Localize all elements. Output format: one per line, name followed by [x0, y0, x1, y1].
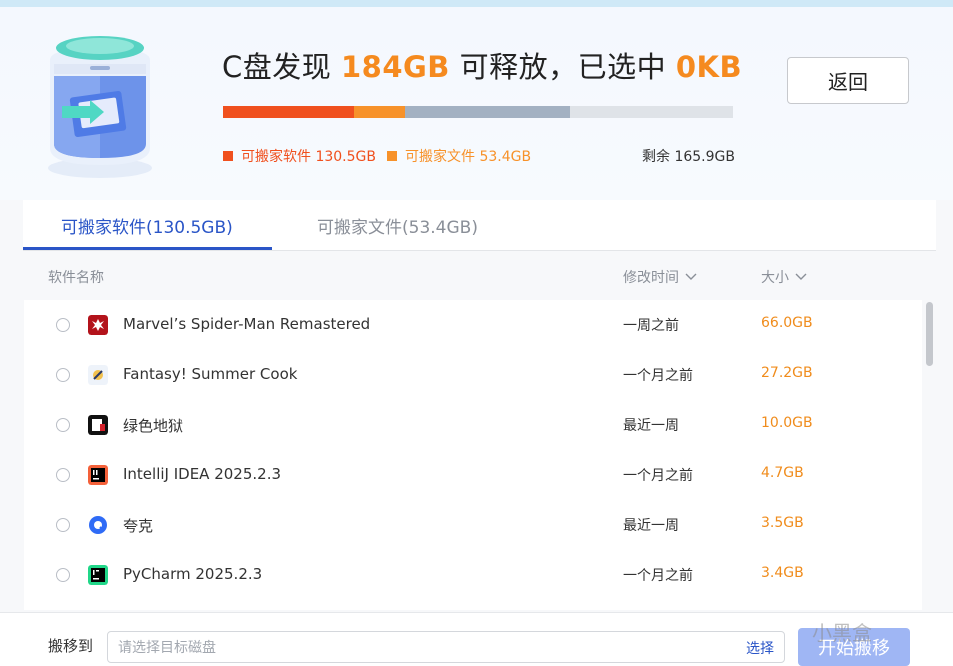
list-item[interactable]: PyCharm 2025.2.3 一个月之前 3.4GB: [24, 550, 922, 600]
page-title: C盘发现 184GB 可释放，已选中 0KB: [222, 44, 742, 86]
headline-prefix: C盘发现: [222, 50, 341, 84]
quark-icon: [89, 516, 107, 534]
back-button[interactable]: 返回: [787, 57, 909, 104]
app-size: 10.0GB: [761, 415, 813, 431]
app-modified: 最近一周: [623, 418, 679, 434]
software-list: Marvel’s Spider-Man Remastered 一周之前 66.0…: [24, 300, 922, 610]
choose-disk-link[interactable]: 选择: [746, 638, 774, 658]
legend-files-swatch: [387, 151, 397, 161]
list-item[interactable]: Marvel’s Spider-Man Remastered 一周之前 66.0…: [24, 300, 922, 350]
tab-bar: 可搬家软件(130.5GB) 可搬家文件(53.4GB): [23, 200, 936, 251]
app-modified: 一个月之前: [623, 468, 693, 484]
column-header-size-label: 大小: [761, 270, 789, 286]
select-radio[interactable]: [56, 468, 70, 482]
target-disk-field: 选择: [107, 631, 785, 663]
select-radio[interactable]: [56, 368, 70, 382]
app-name: PyCharm 2025.2.3: [123, 565, 263, 583]
chevron-down-icon: [685, 273, 697, 280]
legend-software-label: 可搬家软件 130.5GB: [241, 149, 376, 165]
app-name: IntelliJ IDEA 2025.2.3: [123, 465, 282, 483]
selected-amount: 0KB: [675, 50, 743, 84]
remaining-space: 剩余 165.9GB: [642, 149, 735, 165]
list-item[interactable]: IntelliJ IDEA 2025.2.3 一个月之前 4.7GB: [24, 450, 922, 500]
app-size: 4.7GB: [761, 465, 804, 481]
watermark-logo: 小黑盒: [812, 621, 872, 645]
disk-cleanup-illustration-icon: [48, 36, 152, 178]
select-radio[interactable]: [56, 418, 70, 432]
app-size: 66.0GB: [761, 315, 813, 331]
legend-software-swatch: [223, 151, 233, 161]
app-modified: 一周之前: [623, 318, 679, 334]
active-tab-indicator: [23, 247, 272, 250]
intellij-icon: [88, 465, 108, 485]
app-name: 夸克: [123, 517, 154, 535]
app-name: Marvel’s Spider-Man Remastered: [123, 315, 371, 333]
pycharm-icon: [88, 565, 108, 585]
footer-bar: 搬移到 选择 开始搬移: [0, 612, 953, 666]
green-hell-icon: [88, 415, 108, 435]
column-header-size[interactable]: 大小: [761, 267, 807, 287]
app-modified: 一个月之前: [623, 368, 693, 384]
usage-segment-files: [353, 106, 405, 118]
top-accent-bar: [0, 0, 953, 7]
target-disk-input[interactable]: [116, 637, 720, 659]
app-size: 27.2GB: [761, 365, 813, 381]
usage-segment-used: [404, 106, 571, 118]
headline-middle: 可释放，已选中: [449, 50, 676, 84]
legend-files-label: 可搬家文件 53.4GB: [405, 149, 532, 165]
app-modified: 一个月之前: [623, 568, 693, 584]
spider-man-icon: [88, 315, 108, 335]
column-header-name: 软件名称: [48, 270, 104, 286]
summer-cook-icon: [88, 365, 108, 385]
list-scrollbar[interactable]: [926, 302, 933, 366]
select-radio[interactable]: [56, 568, 70, 582]
list-item[interactable]: 绿色地狱 最近一周 10.0GB: [24, 400, 922, 450]
move-to-label: 搬移到: [48, 637, 94, 655]
legend-files: 可搬家文件 53.4GB: [387, 146, 531, 166]
column-header-modified[interactable]: 修改时间: [623, 267, 697, 287]
app-name: Fantasy! Summer Cook: [123, 365, 298, 383]
column-header-modified-label: 修改时间: [623, 270, 679, 286]
list-item[interactable]: 夸克 最近一周 3.5GB: [24, 500, 922, 550]
app-size: 3.4GB: [761, 565, 804, 581]
usage-segment-free: [570, 106, 733, 118]
app-modified: 最近一周: [623, 518, 679, 534]
legend-software: 可搬家软件 130.5GB: [223, 146, 376, 166]
tab-movable-software[interactable]: 可搬家软件(130.5GB): [61, 200, 233, 250]
app-name: 绿色地狱: [123, 417, 184, 435]
tab-movable-files[interactable]: 可搬家文件(53.4GB): [317, 200, 478, 250]
found-amount: 184GB: [340, 50, 450, 84]
usage-segment-software: [223, 106, 354, 118]
disk-usage-bar: [223, 106, 733, 118]
list-item[interactable]: Fantasy! Summer Cook 一个月之前 27.2GB: [24, 350, 922, 400]
select-radio[interactable]: [56, 518, 70, 532]
chevron-down-icon: [795, 273, 807, 280]
app-size: 3.5GB: [761, 515, 804, 531]
select-radio[interactable]: [56, 318, 70, 332]
